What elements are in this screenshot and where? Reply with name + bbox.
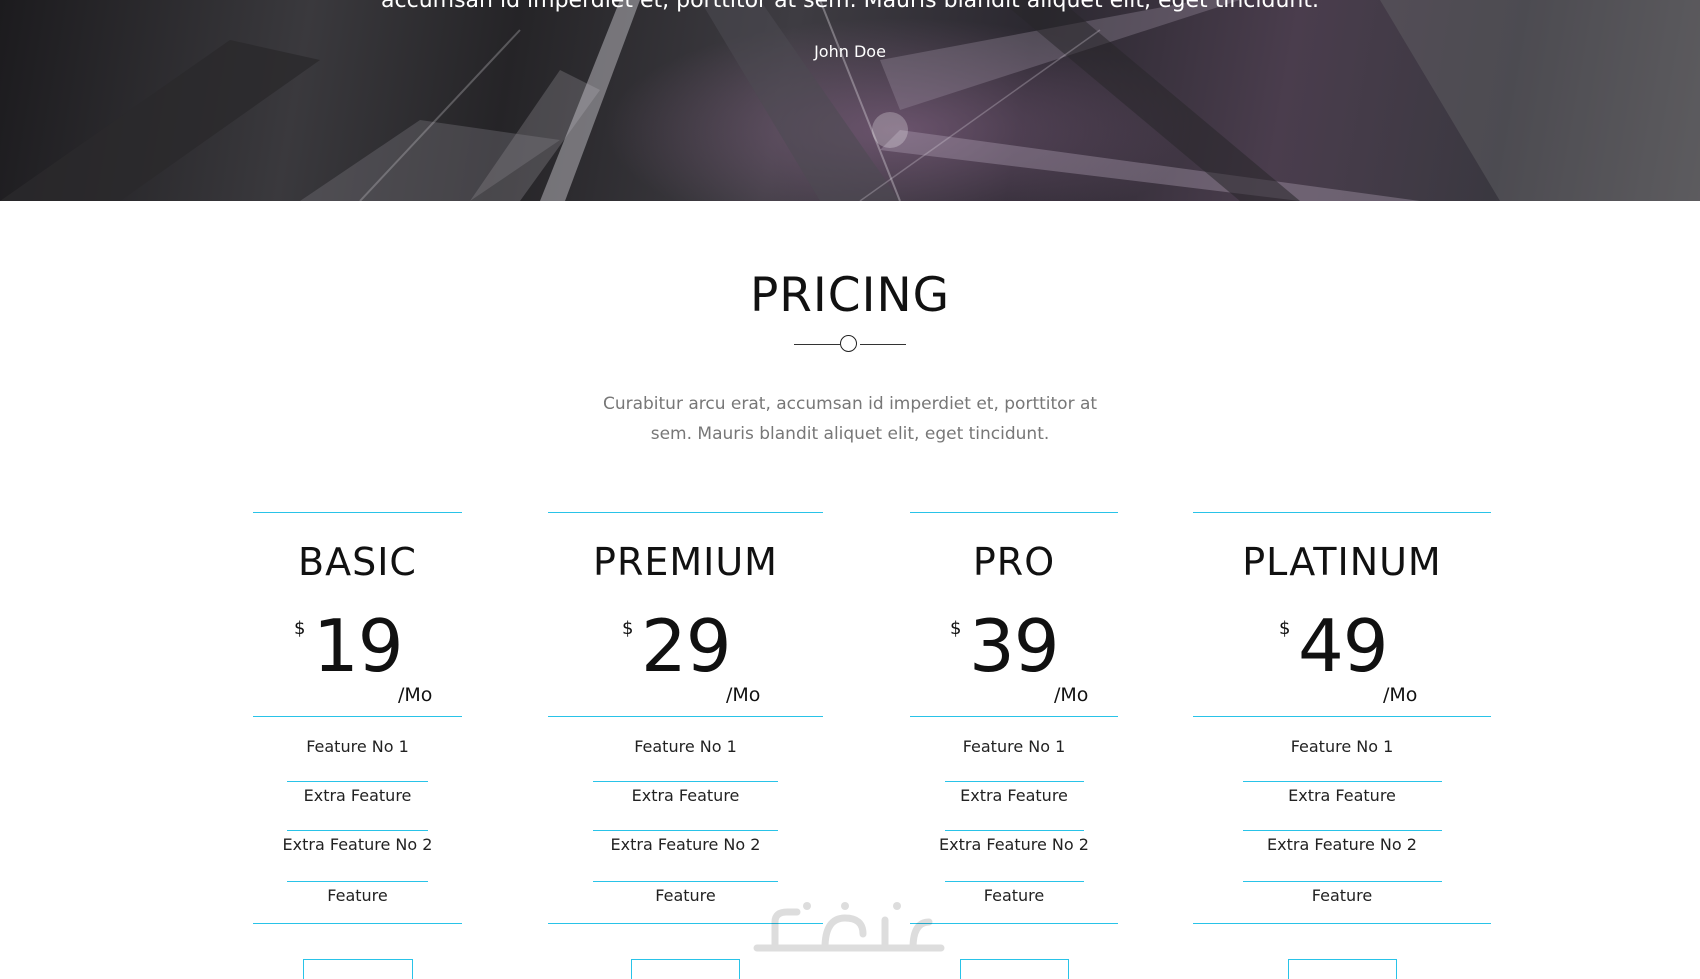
feature-item: Feature No 1 [1290,737,1394,756]
price-period: /Mo [1383,684,1418,706]
select-plan-button[interactable] [303,959,413,979]
plan-price: $ 39 /Mo [910,604,1118,706]
select-plan-button[interactable] [1288,959,1397,979]
testimonial-author: John Doe [814,42,886,61]
plan-price: $ 29 /Mo [548,604,823,706]
feature-item: Extra Feature No 2 [1267,835,1417,854]
plan-price: $ 19 /Mo [253,604,462,706]
currency-symbol: $ [622,618,634,639]
select-plan-button[interactable] [631,959,740,979]
testimonial-quote: “ accumsan id imperdiet et, porttitor at… [0,0,1700,21]
section-title: PRICING [749,268,951,323]
feature-item: Extra Feature [303,786,412,805]
price-amount: 19 [313,604,404,688]
open-quote-icon: “ [342,0,361,21]
feature-item: Extra Feature [631,786,740,805]
currency-symbol: $ [1279,618,1291,639]
price-period: /Mo [726,684,761,706]
feature-item: Feature No 1 [962,737,1066,756]
title-divider [794,334,906,356]
khamsat-logo-icon [753,902,945,952]
divider-circle-icon [840,335,857,352]
price-amount: 39 [969,604,1060,688]
plan-name: PREMIUM [593,540,778,584]
feature-item: Feature [1311,886,1373,905]
plan-name: PLATINUM [1242,540,1442,584]
feature-item: Feature [327,886,388,905]
close-quote-icon: ” [1339,0,1358,21]
feature-item: Extra Feature [960,786,1068,805]
feature-item: Extra Feature No 2 [610,835,761,854]
price-amount: 29 [641,604,732,688]
testimonial-banner: “ accumsan id imperdiet et, porttitor at… [0,0,1700,201]
price-period: /Mo [1054,684,1089,706]
abstract-background-image [0,0,1700,201]
feature-item: Extra Feature [1288,786,1396,805]
currency-symbol: $ [950,618,962,639]
plan-name: BASIC [298,540,417,584]
price-amount: 49 [1298,604,1389,688]
feature-item: Feature No 1 [306,737,409,756]
section-subtitle: Curabitur arcu erat, accumsan id imperdi… [602,394,1098,444]
feature-item: Feature No 1 [634,737,737,756]
currency-symbol: $ [294,618,306,639]
feature-item: Extra Feature No 2 [282,835,433,854]
select-plan-button[interactable] [960,959,1069,979]
plan-name: PRO [972,540,1056,584]
plan-price: $ 49 /Mo [1193,604,1491,706]
feature-item: Extra Feature No 2 [939,835,1089,854]
testimonial-text: accumsan id imperdiet et, porttitor at s… [381,0,1319,13]
price-period: /Mo [398,684,433,706]
